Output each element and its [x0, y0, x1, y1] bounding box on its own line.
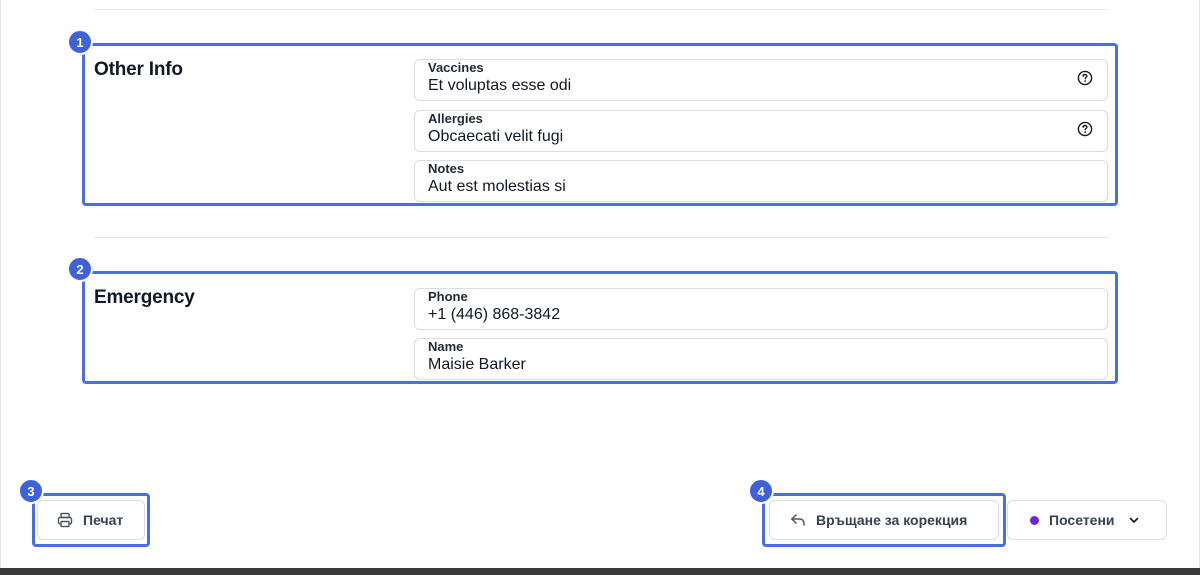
- annotation-box-1: [82, 43, 1118, 206]
- section-divider: [94, 237, 1108, 238]
- annotation-box-2: [82, 271, 1118, 384]
- window-bottom-edge: [0, 568, 1200, 575]
- annotation-box-3: [32, 493, 150, 547]
- annotation-marker-3: 3: [18, 478, 44, 504]
- status-dropdown[interactable]: Посетени: [1007, 500, 1167, 540]
- annotation-marker-1: 1: [67, 29, 93, 55]
- annotation-marker-2: 2: [67, 256, 93, 282]
- chevron-down-icon: [1129, 517, 1138, 523]
- section-divider-top: [94, 9, 1108, 10]
- status-dropdown-label: Посетени: [1049, 512, 1115, 528]
- status-dot: [1030, 515, 1039, 525]
- form-page: Other Info Vaccines Allergies Notes Emer…: [0, 0, 1200, 568]
- annotation-marker-4: 4: [748, 478, 774, 504]
- annotation-box-4: [762, 493, 1006, 547]
